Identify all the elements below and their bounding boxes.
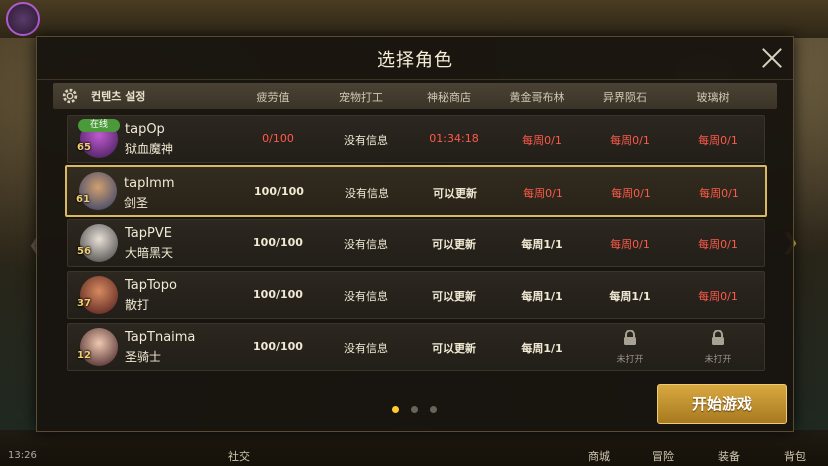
page-indicator: [386, 398, 443, 417]
page-dot-3[interactable]: [430, 406, 437, 413]
character-class: 圣骑士: [125, 350, 162, 364]
pet-work-value: 没有信息: [344, 342, 388, 355]
fatigue-value: 100/100: [253, 288, 303, 301]
meteor-value: 每周1/1: [609, 290, 651, 303]
level-badge: 12: [77, 350, 91, 361]
col-mystery-shop: 神秘商店: [427, 91, 471, 104]
character-row[interactable]: 37 TapTopo 散打 100/100 没有信息 可以更新 每周1/1 每周…: [67, 271, 765, 319]
game-hud-top: [0, 0, 828, 38]
page-dot-1[interactable]: [392, 406, 399, 413]
fatigue-value: 0/100: [262, 132, 294, 145]
dialog-title: 选择角色: [377, 50, 453, 71]
mystery-shop-value: 可以更新: [432, 290, 476, 303]
col-meteor: 异界陨石: [603, 91, 647, 104]
glass-tree-value: 每周0/1: [698, 290, 738, 303]
menu-social[interactable]: 社交: [228, 448, 250, 464]
character-select-dialog: 选择角色 컨텐츠 설정 疲劳值 宠物打工 神秘商店 黄金哥布林 异界陨石 玻璃树…: [36, 36, 794, 432]
bottom-menu-bar: 13:26 社交 商城 冒险 装备 背包: [0, 444, 828, 466]
col-glass-tree: 玻璃树: [696, 91, 730, 104]
locked-label: 未打开: [704, 355, 732, 365]
meteor-value: 每周0/1: [610, 238, 650, 251]
lock-icon: [624, 329, 636, 345]
level-badge: 65: [77, 142, 91, 153]
pet-work-value: 没有信息: [344, 134, 388, 147]
meteor-locked: 未打开: [590, 329, 670, 365]
clock: 13:26: [8, 450, 37, 461]
character-name: TapTopo: [125, 278, 177, 293]
menu-bag[interactable]: 背包: [784, 448, 806, 464]
lock-icon: [712, 329, 724, 345]
mystery-shop-value: 可以更新: [433, 187, 477, 200]
level-badge: 56: [77, 246, 91, 257]
column-header-bar: 컨텐츠 설정 疲劳值 宠物打工 神秘商店 黄金哥布林 异界陨石 玻璃树: [53, 83, 777, 109]
menu-shop[interactable]: 商城: [588, 448, 610, 464]
character-name: TapPVE: [125, 226, 172, 241]
page-dot-2[interactable]: [411, 406, 418, 413]
fatigue-value: 100/100: [253, 340, 303, 353]
goblin-value: 每周1/1: [521, 290, 563, 303]
glass-tree-value: 每周0/1: [698, 238, 738, 251]
col-golden-goblin: 黄金哥布林: [509, 91, 565, 104]
gear-icon[interactable]: [61, 87, 79, 105]
mystery-shop-value: 可以更新: [432, 238, 476, 251]
goblin-value: 每周1/1: [521, 238, 563, 251]
goblin-value: 每周1/1: [521, 342, 563, 355]
mystery-shop-value: 可以更新: [432, 342, 476, 355]
character-row[interactable]: 56 TapPVE 大暗黑天 100/100 没有信息 可以更新 每周1/1 每…: [67, 219, 765, 267]
close-icon[interactable]: [759, 45, 785, 71]
character-class: 剑圣: [124, 196, 149, 210]
fatigue-value: 100/100: [253, 236, 303, 249]
character-class: 散打: [125, 298, 150, 312]
player-avatar[interactable]: [6, 2, 40, 36]
meteor-value: 每周0/1: [610, 134, 650, 147]
goblin-value: 每周0/1: [523, 187, 563, 200]
menu-equipment[interactable]: 装备: [718, 448, 740, 464]
character-name: TapTnaima: [125, 330, 196, 345]
mystery-shop-value: 01:34:18: [429, 132, 479, 145]
glass-tree-locked: 未打开: [678, 329, 758, 365]
character-name: tapOp: [125, 122, 165, 137]
dialog-header: 选择角色: [37, 37, 793, 80]
pet-work-value: 没有信息: [344, 290, 388, 303]
goblin-value: 每周0/1: [522, 134, 562, 147]
glass-tree-value: 每周0/1: [699, 187, 739, 200]
character-row[interactable]: 在线 65 tapOp 狱血魔神 0/100 没有信息 01:34:18 每周0…: [67, 115, 765, 163]
character-row[interactable]: 12 TapTnaima 圣骑士 100/100 没有信息 可以更新 每周1/1…: [67, 323, 765, 371]
character-class: 大暗黑天: [125, 246, 174, 260]
start-game-button[interactable]: 开始游戏: [657, 384, 787, 424]
col-fatigue: 疲劳值: [256, 91, 290, 104]
pet-work-value: 没有信息: [345, 187, 389, 200]
character-name: tapImm: [124, 176, 175, 191]
content-settings-label[interactable]: 컨텐츠 설정: [91, 88, 145, 104]
pet-work-value: 没有信息: [344, 238, 388, 251]
online-badge: 在线: [78, 119, 120, 132]
level-badge: 61: [76, 194, 90, 205]
glass-tree-value: 每周0/1: [698, 134, 738, 147]
col-pet-work: 宠物打工: [339, 91, 383, 104]
fatigue-value: 100/100: [254, 185, 304, 198]
character-class: 狱血魔神: [125, 142, 174, 156]
locked-label: 未打开: [616, 355, 644, 365]
level-badge: 37: [77, 298, 91, 309]
menu-adventure[interactable]: 冒险: [652, 448, 674, 464]
meteor-value: 每周0/1: [611, 187, 651, 200]
character-row-selected[interactable]: 61 tapImm 剑圣 100/100 没有信息 可以更新 每周0/1 每周0…: [65, 165, 767, 217]
